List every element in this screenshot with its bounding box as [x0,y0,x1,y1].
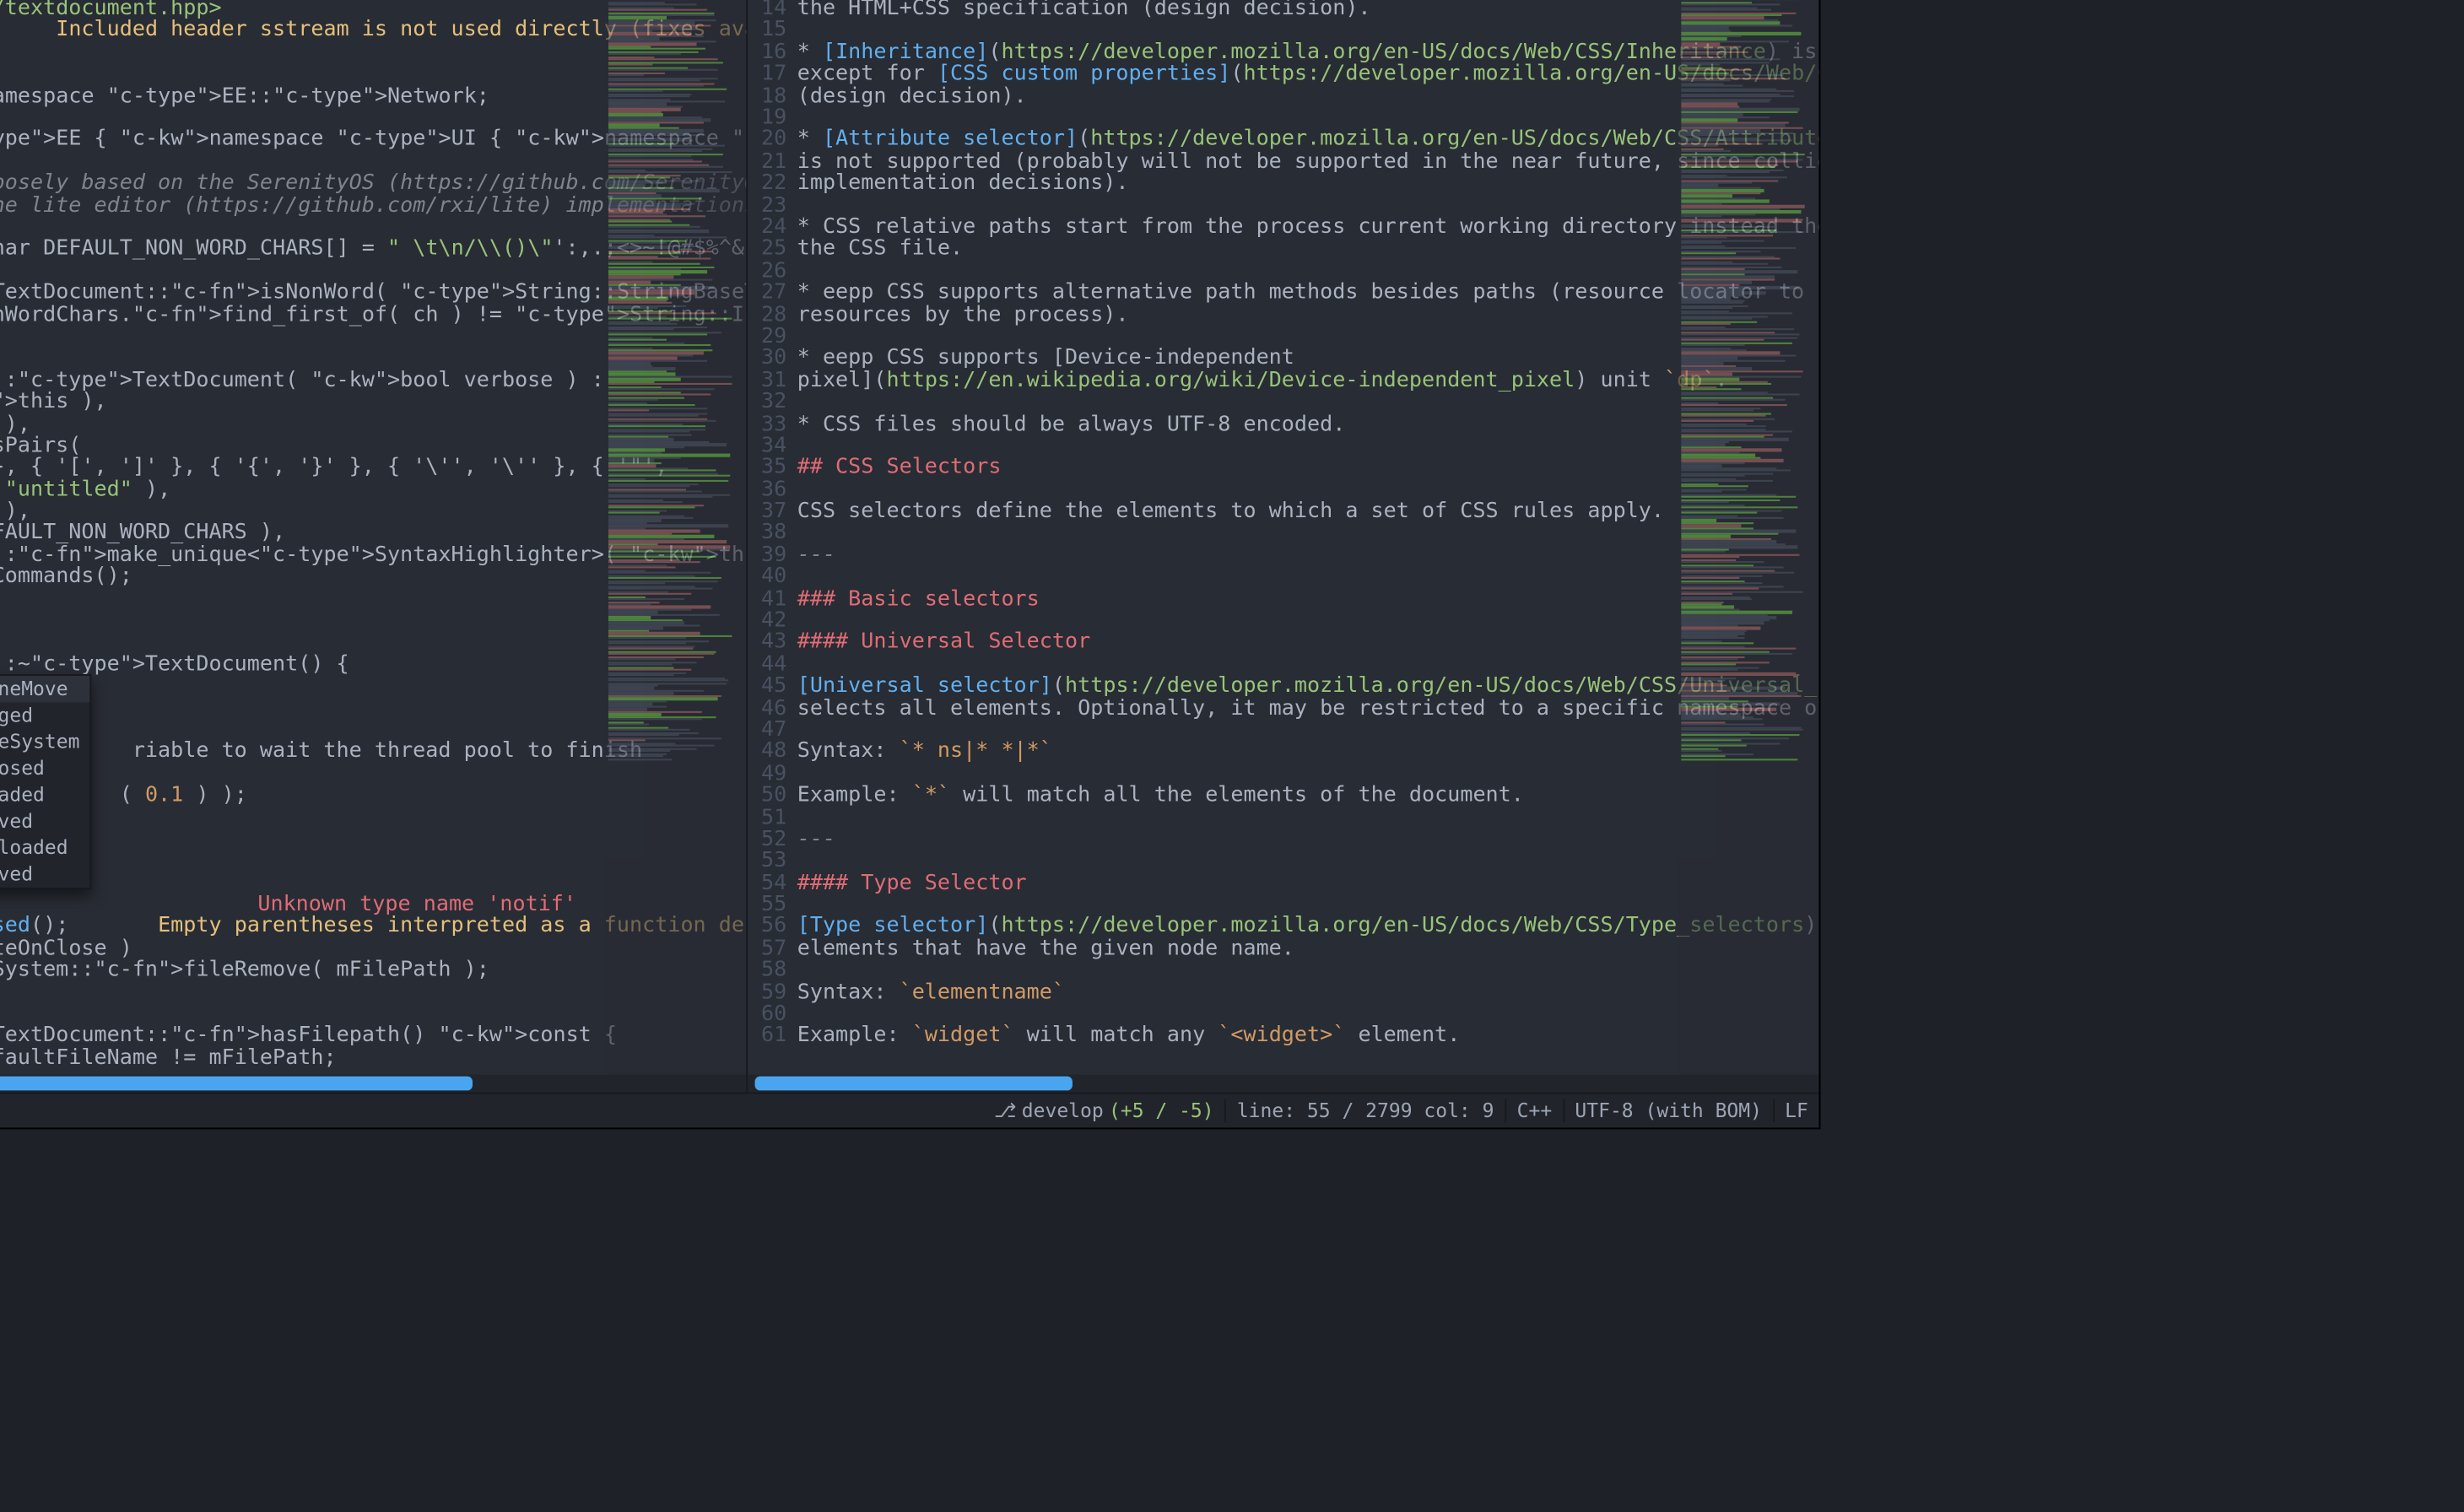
horizontal-scrollbar[interactable] [748,1075,1818,1093]
autocomplete-popup[interactable]: ◉notifiyDocumenLineMove◉notifyCursorChan… [0,674,92,889]
horizontal-scrollbar[interactable] [0,1075,746,1093]
encoding[interactable]: UTF-8 (with BOM) [1563,1099,1773,1122]
cursor-position[interactable]: line: 55 / 2799 col: 9 [1224,1099,1505,1122]
git-branch-status[interactable]: ⎇ develop (+5 / -5) [983,1099,1224,1122]
language-mode[interactable]: C++ [1505,1099,1563,1122]
autocomplete-item[interactable]: ◉notifyDocumentReloaded [0,834,90,861]
autocomplete-item[interactable]: ◉notifiyDocumenLineMove [0,676,90,702]
item-label: notifyDocumentReloaded [0,836,68,859]
item-label: notifyDirtyOnFileSystem [0,731,79,753]
statusbar: ⌕Locate 🔍︎Search ❯_Terminal 🔧Build ⎇ dev… [0,1092,1818,1127]
code-area[interactable]: # CSS Specification## Introductioneepp C… [797,0,1819,1075]
minimap[interactable] [605,0,746,1075]
item-label: notifyCursorChanged [0,704,33,726]
item-label: notifyDocumentClosed [0,757,45,780]
item-label: notifyDocumentSaved [0,863,33,886]
autocomplete-item[interactable]: ◉notifyDocumentSaved [0,861,90,888]
minimap[interactable] [1678,0,1818,1075]
item-label: notifiyDocumenLineMove [0,678,68,700]
autocomplete-item[interactable]: ◉notifyCursorChanged [0,702,90,728]
autocomplete-item[interactable]: ◉notifyDocumentLoaded [0,781,90,807]
autocomplete-item[interactable]: ◉notifyDocumentMoved [0,808,90,834]
autocomplete-item[interactable]: ◉notifyDocumentClosed [0,755,90,781]
editor-pane-left: ◆README.md×◆uiintroduction.md×◆textdocum… [0,0,746,1092]
line-ending[interactable]: LF [1773,1099,1819,1122]
item-label: notifyDocumentLoaded [0,784,45,807]
item-label: notifyDocumentMoved [0,810,33,833]
editor-pane-right: ◆README.md×◆cssspecification.md× 1234567… [746,0,1818,1092]
code-editor-right[interactable]: 1234567891011121314151617181920212223242… [748,0,1818,1075]
gutter: 1234567891011121314151617181920212223242… [748,0,797,1075]
git-branch-icon: ⎇ [994,1099,1017,1122]
autocomplete-item[interactable]: ◉notifyDirtyOnFileSystem [0,729,90,755]
